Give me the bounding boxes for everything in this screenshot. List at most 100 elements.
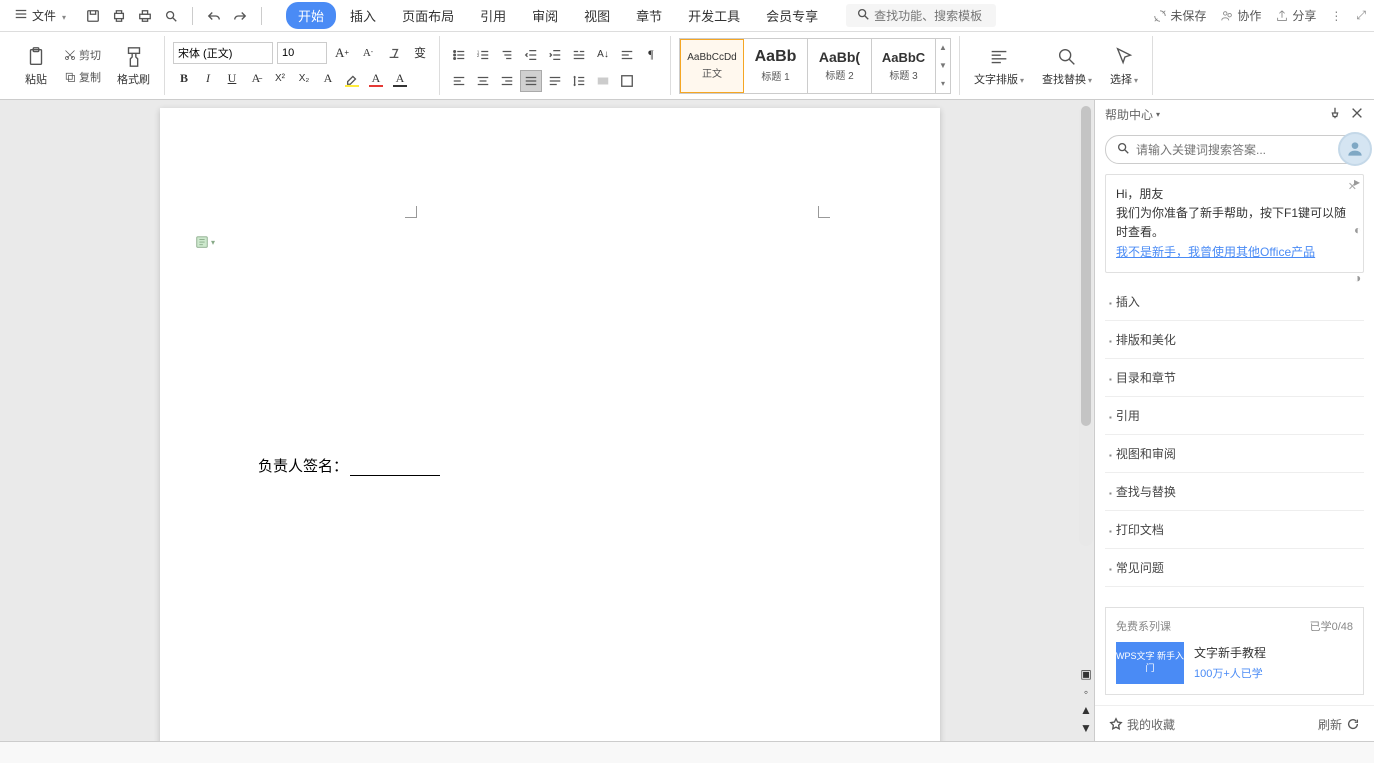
file-menu[interactable]: 文件: [8, 5, 72, 26]
close-icon[interactable]: [1350, 106, 1364, 123]
copy-button[interactable]: 复制: [60, 67, 105, 87]
tab-reference[interactable]: 引用: [468, 2, 518, 29]
align-right-icon[interactable]: [496, 70, 518, 92]
font-effect-icon[interactable]: A: [317, 68, 339, 90]
line-spacing-icon[interactable]: [568, 70, 590, 92]
increase-indent-icon[interactable]: [544, 44, 566, 66]
help-item-view[interactable]: 视图和审阅: [1105, 435, 1364, 473]
border-icon[interactable]: [616, 70, 638, 92]
help-title[interactable]: 帮助中心▾: [1105, 106, 1328, 123]
font-size-select[interactable]: [277, 42, 327, 64]
save-icon[interactable]: [84, 7, 102, 25]
help-item-reference[interactable]: 引用: [1105, 397, 1364, 435]
vertical-scrollbar[interactable]: [1079, 106, 1093, 546]
sb-tab-3-icon[interactable]: ◑: [1354, 271, 1372, 289]
underline-icon[interactable]: U: [221, 68, 243, 90]
shading-icon[interactable]: A: [389, 68, 411, 90]
superscript-icon[interactable]: X²: [269, 68, 291, 90]
tab-icon[interactable]: [616, 44, 638, 66]
align-distribute-icon[interactable]: [544, 70, 566, 92]
help-course-card[interactable]: 免费系列课 已学0/48 WPS文字 新手入门 文字新手教程 100万+人已学: [1105, 607, 1364, 695]
document-viewport[interactable]: ▾ 负责人签名： ▣ ◦ ▲ ▼: [0, 100, 1094, 741]
scrollbar-thumb[interactable]: [1081, 106, 1091, 426]
vt-down-icon[interactable]: ▼: [1079, 721, 1093, 735]
help-item-find[interactable]: 查找与替换: [1105, 473, 1364, 511]
help-search-input[interactable]: [1136, 143, 1353, 157]
help-item-faq[interactable]: 常见问题: [1105, 549, 1364, 587]
subscript-icon[interactable]: X₂: [293, 68, 315, 90]
number-list-icon[interactable]: 12: [472, 44, 494, 66]
help-search[interactable]: [1105, 135, 1364, 164]
sb-tab-1-icon[interactable]: ▸: [1354, 175, 1372, 193]
sort-icon[interactable]: [568, 44, 590, 66]
unsaved-indicator[interactable]: 未保存: [1153, 7, 1206, 24]
italic-icon[interactable]: I: [197, 68, 219, 90]
tab-member[interactable]: 会员专享: [754, 2, 830, 29]
style-h1[interactable]: AaBb标题 1: [744, 39, 808, 93]
more-icon[interactable]: ⋮: [1330, 9, 1342, 23]
find-replace-button[interactable]: 查找替换: [1036, 43, 1098, 89]
style-body[interactable]: AaBbCcDd正文: [680, 39, 744, 93]
select-button[interactable]: 选择: [1104, 43, 1144, 89]
search-box[interactable]: [846, 4, 996, 27]
highlight-icon[interactable]: [341, 68, 363, 90]
gallery-down-icon[interactable]: ▼: [936, 57, 950, 75]
style-h2[interactable]: AaBb(标题 2: [808, 39, 872, 93]
multilevel-list-icon[interactable]: [496, 44, 518, 66]
tab-dev-tools[interactable]: 开发工具: [676, 2, 752, 29]
tab-start[interactable]: 开始: [286, 2, 336, 29]
bold-icon[interactable]: B: [173, 68, 195, 90]
font-color-icon[interactable]: A: [365, 68, 387, 90]
pin-icon[interactable]: [1328, 106, 1342, 123]
sb-tab-2-icon[interactable]: ◐: [1354, 223, 1372, 241]
tab-insert[interactable]: 插入: [338, 2, 388, 29]
help-item-toc[interactable]: 目录和章节: [1105, 359, 1364, 397]
vt-1-icon[interactable]: ▣: [1079, 667, 1093, 681]
vt-2-icon[interactable]: ◦: [1079, 685, 1093, 699]
decrease-font-icon[interactable]: A-: [357, 42, 379, 64]
increase-font-icon[interactable]: A+: [331, 42, 353, 64]
align-justify-icon[interactable]: [520, 70, 542, 92]
preview-icon[interactable]: [162, 7, 180, 25]
card-link[interactable]: 我不是新手，我曾使用其他Office产品: [1116, 243, 1353, 262]
refresh-button[interactable]: 刷新: [1318, 716, 1360, 733]
redo-icon[interactable]: [231, 7, 249, 25]
collab-button[interactable]: 协作: [1220, 7, 1261, 24]
tab-chapter[interactable]: 章节: [624, 2, 674, 29]
tab-view[interactable]: 视图: [572, 2, 622, 29]
gallery-more-icon[interactable]: ▾: [936, 75, 950, 93]
align-left-icon[interactable]: [448, 70, 470, 92]
strikethrough-icon[interactable]: A̵: [245, 68, 267, 90]
help-item-layout[interactable]: 排版和美化: [1105, 321, 1364, 359]
tab-page-layout[interactable]: 页面布局: [390, 2, 466, 29]
phonetic-icon[interactable]: 变: [409, 42, 431, 64]
format-painter-button[interactable]: 格式刷: [111, 43, 156, 89]
show-marks-icon[interactable]: ¶: [640, 44, 662, 66]
expand-icon[interactable]: ⤢: [1356, 8, 1366, 23]
font-name-select[interactable]: [173, 42, 273, 64]
search-input[interactable]: [874, 9, 986, 23]
paste-button[interactable]: 粘贴: [18, 43, 54, 89]
help-item-insert[interactable]: 插入: [1105, 283, 1364, 321]
share-button[interactable]: 分享: [1275, 7, 1316, 24]
cut-button[interactable]: 剪切: [60, 45, 105, 65]
print-preview-icon[interactable]: [110, 7, 128, 25]
outline-toggle[interactable]: ▾: [195, 235, 215, 249]
help-item-print[interactable]: 打印文档: [1105, 511, 1364, 549]
document-text[interactable]: 负责人签名：: [258, 455, 440, 476]
bullet-list-icon[interactable]: [448, 44, 470, 66]
undo-icon[interactable]: [205, 7, 223, 25]
clear-format-icon[interactable]: [383, 42, 405, 64]
favorites-button[interactable]: 我的收藏: [1109, 716, 1175, 733]
vt-up-icon[interactable]: ▲: [1079, 703, 1093, 717]
style-h3[interactable]: AaBbC标题 3: [872, 39, 936, 93]
align-center-icon[interactable]: [472, 70, 494, 92]
text-layout-button[interactable]: 文字排版: [968, 43, 1030, 89]
user-avatar[interactable]: [1338, 132, 1372, 166]
tab-review[interactable]: 审阅: [520, 2, 570, 29]
para-shading-icon[interactable]: [592, 70, 614, 92]
decrease-indent-icon[interactable]: [520, 44, 542, 66]
text-direction-icon[interactable]: A↓: [592, 44, 614, 66]
print-icon[interactable]: [136, 7, 154, 25]
gallery-up-icon[interactable]: ▲: [936, 39, 950, 57]
